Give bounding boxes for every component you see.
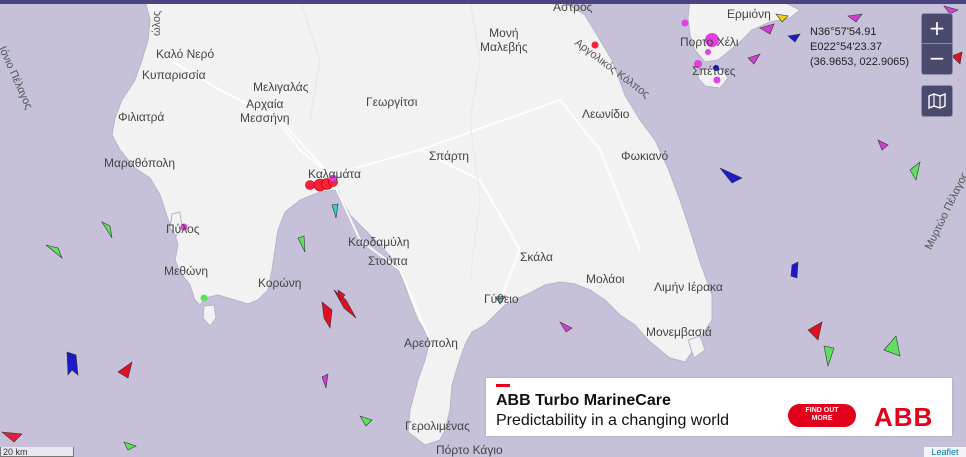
zoom-in-button[interactable]: + — [922, 14, 952, 43]
label-areopoli: Αρεόπολη — [404, 336, 458, 350]
ship-marker — [321, 301, 333, 329]
ship-marker — [66, 351, 79, 376]
label-sparti: Σπάρτη — [429, 149, 469, 163]
label-pylos: Πύλος — [166, 222, 200, 236]
zoom-out-button[interactable]: − — [922, 43, 952, 73]
label-top-left: ώλος — [151, 10, 163, 36]
ad-accent-bar — [496, 384, 510, 387]
ship-marker — [297, 235, 306, 253]
leaflet-attribution-link[interactable]: Leaflet — [924, 447, 966, 457]
ship-marker — [790, 261, 799, 279]
label-spetses: Σπέτσες — [692, 64, 736, 78]
label-stoupa: Στούπα — [368, 254, 408, 268]
label-kalo-nero: Καλό Νερό — [156, 47, 215, 61]
ship-marker — [45, 244, 63, 259]
coord-lon: E022°54'23.37 — [810, 41, 882, 53]
ship-marker — [883, 335, 901, 357]
ship-marker — [951, 51, 963, 65]
coordinates-readout: N36°57'54.91 E022°54'23.37 (36.9653, 022… — [810, 25, 909, 70]
ship-marker — [1, 431, 23, 443]
ship-marker — [747, 53, 761, 65]
ship-marker — [759, 23, 775, 35]
layers-button[interactable] — [921, 85, 953, 117]
advertisement-banner[interactable]: ABB Turbo MarineCare Predictability in a… — [486, 378, 952, 436]
label-porto-kagio: Πόρτο Κάγιο — [436, 443, 503, 457]
ship-marker — [719, 167, 743, 184]
vessel-dot — [681, 19, 689, 27]
label-moni-malevis: Μονή Μαλεβής — [480, 26, 528, 54]
ship-marker — [101, 221, 113, 239]
ship-marker — [331, 203, 339, 219]
label-monemvasia: Μονεμβασιά — [646, 325, 712, 339]
label-gytheio: Γύθειο — [484, 292, 519, 306]
label-porto-cheli: Πορτο Χέλι — [680, 35, 739, 49]
abb-logo: ABB — [874, 402, 934, 432]
ship-marker — [559, 321, 573, 333]
ship-marker — [321, 373, 329, 389]
ship-marker — [909, 161, 921, 181]
ship-marker — [847, 13, 863, 23]
label-kardamyli: Καρδαμύλη — [348, 235, 410, 249]
label-ermioni: Ερμιόνη — [727, 7, 771, 21]
ship-marker — [823, 345, 835, 368]
vessel-dot — [305, 180, 315, 190]
top-frame-bar — [0, 0, 966, 4]
scale-bar: 20 km — [0, 447, 74, 457]
ship-marker — [877, 139, 889, 151]
map-layers-icon — [928, 93, 946, 109]
label-leonidio: Λεωνίδιο — [582, 107, 630, 121]
ad-title: ABB Turbo MarineCare — [496, 392, 671, 409]
ad-tagline: Predictability in a changing world — [496, 412, 730, 429]
label-filiatra: Φιλιατρά — [118, 110, 165, 124]
zoom-control: + − — [921, 13, 953, 75]
ship-marker — [123, 441, 137, 451]
label-limin-ieraka: Λιμήν Ιέρακα — [654, 280, 723, 294]
ad-cta-button[interactable]: FIND OUT MORE — [788, 404, 856, 427]
label-skala: Σκάλα — [520, 250, 553, 264]
ship-marker — [775, 13, 789, 23]
ship-marker — [807, 321, 823, 341]
coord-lat: N36°57'54.91 — [810, 26, 877, 38]
label-molaoi: Μολάοι — [586, 272, 625, 286]
ship-marker — [787, 33, 801, 43]
label-kalamata: Καλαμάτα — [308, 167, 361, 181]
label-methoni: Μεθώνη — [164, 264, 209, 278]
ship-marker — [117, 361, 133, 379]
label-archaia-messini: Αρχαία Μεσσήνη — [240, 97, 290, 125]
ship-marker — [359, 415, 373, 427]
label-fokiano: Φωκιανό — [621, 149, 669, 163]
ship-marker — [333, 289, 357, 319]
vessel-dot — [200, 294, 208, 302]
vessel-dot — [705, 49, 711, 55]
label-georgitsi: Γεωργίτσι — [366, 95, 418, 109]
label-meligalas: Μελιγαλάς — [253, 80, 309, 94]
label-gerolimenas: Γερολιμένας — [405, 419, 470, 433]
label-marathoupoli: Μαραθόπολη — [104, 156, 176, 170]
label-kyparissia: Κυπαρισσία — [142, 68, 206, 82]
label-koroni: Κορώνη — [258, 276, 302, 290]
coord-decimal: (36.9653, 022.9065) — [810, 56, 910, 68]
